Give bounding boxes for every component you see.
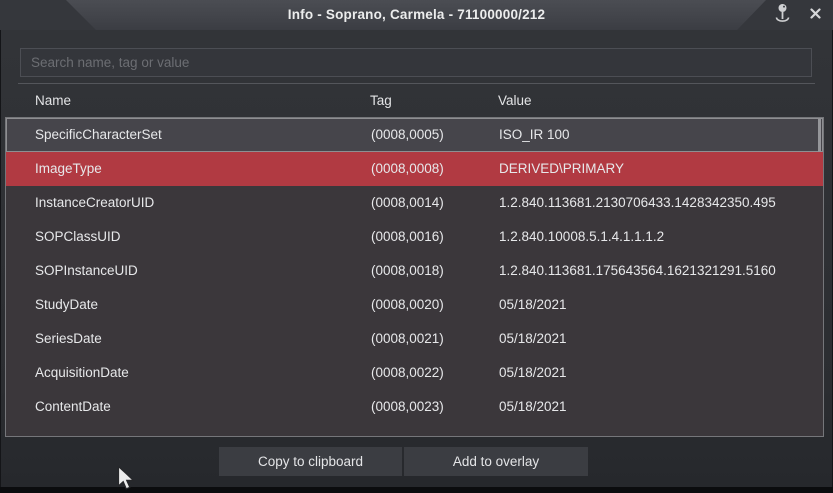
tag-value: 1.2.840.113681.2130706433.1428342350.495 <box>499 186 776 220</box>
tag-id: (0008,0018) <box>371 254 444 288</box>
tag-value: 05/18/2021 <box>499 356 567 390</box>
table-row[interactable]: AcquisitionDate (0008,0022) 05/18/2021 <box>6 356 823 390</box>
table-row-selected[interactable]: ImageType (0008,0008) DERIVED\PRIMARY <box>6 152 823 186</box>
tag-id: (0008,0008) <box>371 152 444 186</box>
table-row[interactable]: SpecificCharacterSet (0008,0005) ISO_IR … <box>6 118 823 152</box>
table-row[interactable]: SeriesDate (0008,0021) 05/18/2021 <box>6 322 823 356</box>
titlebar: Info - Soprano, Carmela - 71100000/212 <box>0 0 833 30</box>
tag-id: (0008,0016) <box>371 220 444 254</box>
search-input[interactable] <box>20 48 812 77</box>
tag-id: (0008,0014) <box>371 186 444 220</box>
tag-name: InstanceCreatorUID <box>35 186 154 220</box>
tag-id: (0008,0020) <box>371 288 444 322</box>
tag-value: 1.2.840.10008.5.1.4.1.1.1.2 <box>499 220 664 254</box>
column-header-tag[interactable]: Tag <box>370 93 392 108</box>
tag-name: SOPInstanceUID <box>35 254 138 288</box>
column-header-value[interactable]: Value <box>498 93 532 108</box>
pin-icon <box>774 1 791 30</box>
info-window: Info - Soprano, Carmela - 71100000/212 <box>0 0 833 493</box>
tag-value: 05/18/2021 <box>499 390 567 424</box>
table-row[interactable]: StudyDate (0008,0020) 05/18/2021 <box>6 288 823 322</box>
tag-value: ISO_IR 100 <box>499 118 570 152</box>
dicom-tag-table: SpecificCharacterSet (0008,0005) ISO_IR … <box>5 117 824 437</box>
close-icon <box>810 6 821 24</box>
close-button[interactable] <box>802 0 828 30</box>
tag-value: DERIVED\PRIMARY <box>499 152 624 186</box>
tag-value: 1.2.840.113681.175643564.1621321291.5160 <box>499 254 776 288</box>
tag-name: AcquisitionDate <box>35 356 129 390</box>
copy-to-clipboard-button[interactable]: Copy to clipboard <box>219 447 402 476</box>
tag-name: SeriesDate <box>35 322 102 356</box>
tag-name: SpecificCharacterSet <box>35 118 162 152</box>
tag-id: (0008,0023) <box>371 390 444 424</box>
table-row[interactable]: InstanceCreatorUID (0008,0014) 1.2.840.1… <box>6 186 823 220</box>
window-bottom-edge <box>0 487 833 493</box>
pin-button[interactable] <box>766 0 798 30</box>
tag-value: 05/18/2021 <box>499 322 567 356</box>
column-header-name[interactable]: Name <box>35 93 71 108</box>
tag-id: (0008,0021) <box>371 322 444 356</box>
tag-name: SOPClassUID <box>35 220 121 254</box>
add-to-overlay-button[interactable]: Add to overlay <box>404 447 588 476</box>
table-row[interactable]: SOPClassUID (0008,0016) 1.2.840.10008.5.… <box>6 220 823 254</box>
tag-id: (0008,0022) <box>371 356 444 390</box>
table-row[interactable]: ContentDate (0008,0023) 05/18/2021 <box>6 390 823 424</box>
tag-value: 05/18/2021 <box>499 288 567 322</box>
scrollbar-thumb[interactable] <box>818 119 821 152</box>
tag-name: StudyDate <box>35 288 98 322</box>
search-divider <box>18 83 815 84</box>
table-row[interactable]: SOPInstanceUID (0008,0018) 1.2.840.11368… <box>6 254 823 288</box>
tag-name: ImageType <box>35 152 102 186</box>
tag-name: ContentDate <box>35 390 111 424</box>
window-title: Info - Soprano, Carmela - 71100000/212 <box>0 0 833 30</box>
tag-id: (0008,0005) <box>371 118 444 152</box>
